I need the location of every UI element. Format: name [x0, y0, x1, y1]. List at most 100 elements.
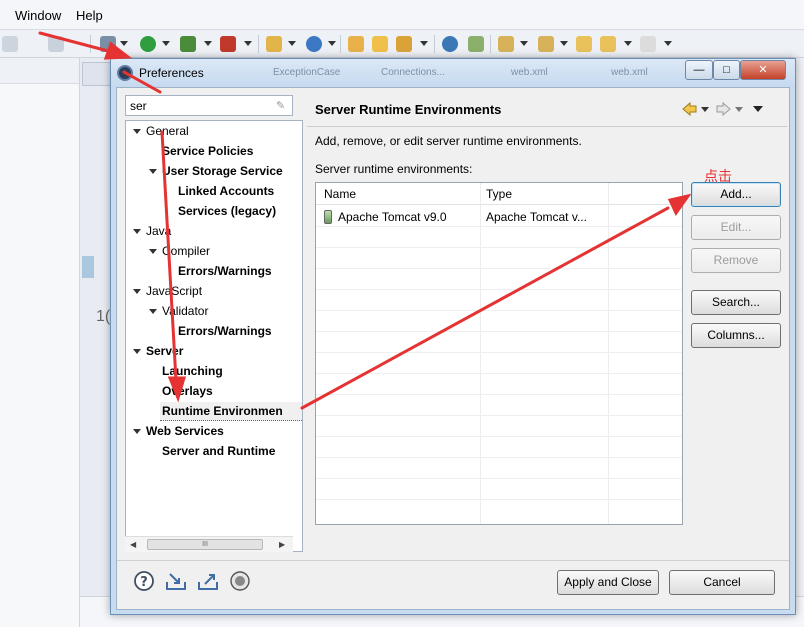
tree-item-java[interactable]: Java: [146, 222, 171, 241]
tree-item-linked-accounts[interactable]: Linked Accounts: [178, 182, 274, 201]
new-project-icon[interactable]: [306, 36, 322, 52]
tree-item-user-storage-service[interactable]: User Storage Service: [162, 162, 283, 181]
next-annotation-icon[interactable]: [498, 36, 514, 52]
apply-and-close-button[interactable]: Apply and Close: [557, 570, 659, 595]
tree-item-launching[interactable]: Launching: [162, 362, 223, 381]
edit-button[interactable]: Edit...: [691, 215, 781, 240]
toolbar-icon[interactable]: [2, 36, 18, 52]
tree-item-general[interactable]: General: [146, 122, 189, 141]
chevron-down-icon[interactable]: [328, 41, 336, 46]
open-type-icon[interactable]: [348, 36, 364, 52]
chevron-down-icon[interactable]: [288, 41, 296, 46]
table-header: Name Type: [316, 183, 682, 205]
chevron-down-icon: [701, 107, 709, 112]
row-divider: [316, 394, 682, 395]
toolbar-separator: [340, 35, 341, 53]
tree-horizontal-scrollbar[interactable]: ◀ III ▶: [125, 536, 293, 552]
forward-icon[interactable]: [640, 36, 656, 52]
background-tab: ExceptionCase: [273, 67, 341, 78]
tree-item-errors-warnings[interactable]: Errors/Warnings: [178, 322, 272, 341]
eclipse-icon: [117, 65, 133, 81]
toolbar-separator: [90, 35, 91, 53]
expand-icon[interactable]: [149, 249, 157, 254]
open-folder-icon[interactable]: [372, 36, 388, 52]
cell-runtime-type[interactable]: Apache Tomcat v...: [486, 210, 587, 224]
expand-icon[interactable]: [133, 289, 141, 294]
scroll-thumb[interactable]: III: [147, 539, 263, 550]
tree-item-server[interactable]: Server: [146, 342, 183, 361]
tree-item-javascript[interactable]: JavaScript: [146, 282, 202, 301]
tree-item-web-services[interactable]: Web Services: [146, 422, 224, 441]
remove-button[interactable]: Remove: [691, 248, 781, 273]
eraser-icon[interactable]: ✎: [276, 99, 289, 112]
chevron-down-icon[interactable]: [204, 41, 212, 46]
tree-item-server-and-runtime[interactable]: Server and Runtime: [162, 442, 275, 461]
row-divider: [316, 373, 682, 374]
maximize-button[interactable]: □: [713, 60, 740, 80]
open-task-icon[interactable]: [396, 36, 412, 52]
menu-window[interactable]: Window: [15, 8, 61, 23]
chevron-down-icon[interactable]: [244, 41, 252, 46]
navigation-icons: [682, 101, 763, 117]
chevron-down-icon[interactable]: [624, 41, 632, 46]
tree-item-services-legacy[interactable]: Services (legacy): [178, 202, 276, 221]
row-divider: [316, 457, 682, 458]
help-icon[interactable]: ?: [133, 570, 155, 592]
previous-annotation-icon[interactable]: [538, 36, 554, 52]
chevron-down-icon[interactable]: [420, 41, 428, 46]
last-edit-icon[interactable]: [576, 36, 592, 52]
menu-help[interactable]: Help: [76, 8, 103, 23]
footer-separator: [117, 560, 789, 561]
expand-icon[interactable]: [133, 229, 141, 234]
chevron-down-icon[interactable]: [162, 41, 170, 46]
record-icon[interactable]: [229, 570, 251, 592]
dialog-titlebar[interactable]: Preferences ExceptionCase Connections...…: [111, 59, 795, 87]
minimize-button[interactable]: —: [685, 60, 713, 80]
back-icon[interactable]: [600, 36, 616, 52]
column-header-name[interactable]: Name: [324, 187, 356, 201]
tree-item-errors-warnings[interactable]: Errors/Warnings: [178, 262, 272, 281]
tree-item-validator[interactable]: Validator: [162, 302, 208, 321]
filter-input[interactable]: ser ✎: [125, 95, 293, 116]
tree-item-runtime-environments[interactable]: Runtime Environmen: [160, 402, 302, 421]
expand-icon[interactable]: [149, 169, 157, 174]
tree-item-service-policies[interactable]: Service Policies: [162, 142, 253, 161]
toolbar-icon[interactable]: [48, 36, 64, 52]
scroll-left-icon[interactable]: ◀: [130, 540, 136, 549]
row-divider: [316, 499, 682, 500]
column-header-type[interactable]: Type: [486, 187, 512, 201]
expand-icon[interactable]: [149, 309, 157, 314]
columns-button[interactable]: Columns...: [691, 323, 781, 348]
background-tab: web.xml: [611, 67, 648, 78]
back-arrow-icon: [682, 101, 697, 117]
chevron-down-icon[interactable]: [520, 41, 528, 46]
export-icon[interactable]: [197, 570, 219, 592]
scroll-right-icon[interactable]: ▶: [279, 540, 285, 549]
expand-icon[interactable]: [133, 429, 141, 434]
search-button[interactable]: Search...: [691, 290, 781, 315]
run-icon[interactable]: [140, 36, 156, 52]
run-server-icon[interactable]: [180, 36, 196, 52]
chevron-down-icon[interactable]: [120, 41, 128, 46]
tree-item-compiler[interactable]: Compiler: [162, 242, 210, 261]
chevron-down-icon[interactable]: [560, 41, 568, 46]
chevron-down-icon[interactable]: [664, 41, 672, 46]
cancel-button[interactable]: Cancel: [669, 570, 775, 595]
line-number: 1(: [96, 308, 111, 325]
globe-icon[interactable]: [442, 36, 458, 52]
tree-item-overlays[interactable]: Overlays: [162, 382, 213, 401]
cell-runtime-name[interactable]: Apache Tomcat v9.0: [338, 210, 447, 224]
close-button[interactable]: ✕: [740, 60, 786, 80]
server-runtime-icon: [324, 210, 332, 224]
debug-icon[interactable]: [100, 36, 116, 52]
stop-server-icon[interactable]: [220, 36, 236, 52]
import-icon[interactable]: [165, 570, 187, 592]
expand-icon[interactable]: [133, 129, 141, 134]
background-tab: Connections...: [381, 67, 445, 78]
runtime-table: Name Type Apache Tomcat v9.0 Apache Tomc…: [315, 182, 683, 525]
mark-icon[interactable]: [468, 36, 484, 52]
editor-tab[interactable]: [82, 62, 112, 86]
row-divider: [316, 436, 682, 437]
expand-icon[interactable]: [133, 349, 141, 354]
new-server-icon[interactable]: [266, 36, 282, 52]
